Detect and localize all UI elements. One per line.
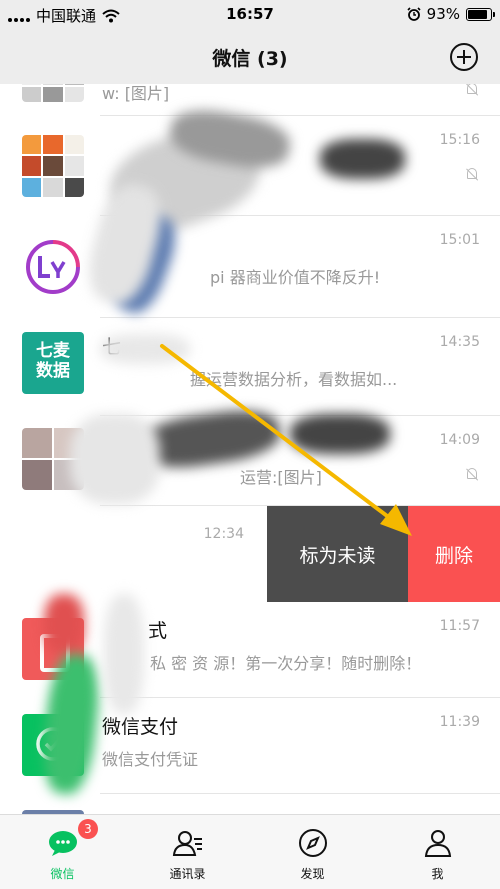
- battery-fill: [468, 9, 487, 19]
- status-right: 93%: [407, 5, 495, 23]
- contacts-icon: [172, 831, 202, 856]
- person-icon: [424, 830, 451, 857]
- nav-bar: 微信 (3): [0, 30, 500, 84]
- tab-label: 发现: [300, 867, 325, 881]
- tab-label: 通讯录: [169, 867, 206, 881]
- page-title: 微信 (3): [212, 48, 288, 70]
- compass-icon: [298, 829, 327, 857]
- status-bar: 中国联通 16:57 93%: [0, 0, 500, 30]
- tab-bar: 3 微信 通讯录 发现 我: [0, 814, 500, 889]
- chat-list[interactable]: w: [图片] 15:16 15:01 pi 器商业价值不降反升! 七麦 数据 …: [0, 84, 500, 814]
- tab-chats[interactable]: 3 微信: [0, 815, 125, 889]
- battery-icon: [466, 7, 495, 21]
- alarm-icon: [407, 7, 421, 21]
- tab-label: 微信: [50, 867, 75, 881]
- tab-label: 我: [431, 867, 444, 881]
- annotation-arrow-icon: [160, 344, 412, 536]
- tab-me[interactable]: 我: [375, 815, 500, 889]
- chat-bubble-icon: [48, 831, 77, 856]
- battery-percent: 93%: [426, 5, 460, 23]
- unread-badge: 3: [78, 819, 98, 839]
- tab-discover[interactable]: 发现: [250, 815, 375, 889]
- plus-circle-icon[interactable]: [450, 43, 478, 71]
- tab-contacts[interactable]: 通讯录: [125, 815, 250, 889]
